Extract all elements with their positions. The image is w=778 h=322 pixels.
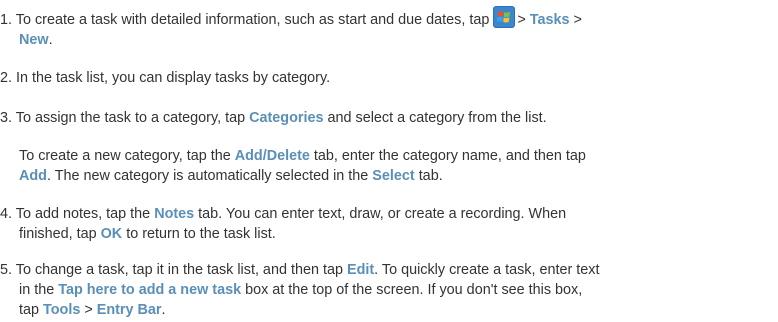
step-1-text: To create a task with detailed informati…: [15, 12, 490, 28]
sub-text-d: tab.: [418, 168, 443, 184]
add-delete-tab-link[interactable]: Add/Delete: [235, 148, 310, 164]
edit-link[interactable]: Edit: [347, 262, 374, 278]
step-4-text-c: finished, tap: [19, 226, 97, 242]
add-link[interactable]: Add: [19, 168, 47, 184]
step-5-line-3: tap Tools > Entry Bar.: [0, 300, 772, 320]
step-4-number: 4.: [0, 206, 13, 222]
sub-line-1: To create a new category, tap the Add/De…: [19, 146, 772, 166]
sub-text-b: tab, enter the category name, and then t…: [313, 148, 586, 164]
sub-text-a: To create a new category, tap the: [19, 148, 231, 164]
select-tab-link[interactable]: Select: [372, 168, 414, 184]
ok-link[interactable]: OK: [101, 226, 123, 242]
step-5-text-c: in the: [19, 282, 55, 298]
step-3-text-a: To assign the task to a category, tap: [15, 110, 246, 126]
sub-text-c: . The new category is automatically sele…: [46, 168, 369, 184]
tap-here-to-add-task-link[interactable]: Tap here to add a new task: [58, 282, 241, 298]
step-4-text-d: to return to the task list.: [126, 226, 276, 242]
tasks-link[interactable]: Tasks: [530, 12, 570, 28]
chevron-separator: >: [517, 12, 526, 28]
windows-start-flag-icon: [493, 6, 516, 28]
step-4-line-2: finished, tap OK to return to the task l…: [0, 224, 772, 244]
instruction-page: 1. To create a task with detailed inform…: [0, 0, 778, 322]
period: .: [48, 32, 53, 48]
step-2-text: In the task list, you can display tasks …: [16, 70, 331, 86]
step-1: 1. To create a task with detailed inform…: [0, 6, 772, 50]
chevron-separator: >: [573, 12, 582, 28]
step-3-text-b: and select a category from the list.: [327, 110, 547, 126]
step-5-number: 5.: [0, 262, 13, 278]
step-5-text-d: box at the top of the screen. If you don…: [245, 282, 583, 298]
step-4-text-a: To add notes, tap the: [15, 206, 151, 222]
categories-link[interactable]: Categories: [249, 110, 323, 126]
period: .: [161, 302, 166, 318]
step-4-text-b: tab. You can enter text, draw, or create…: [198, 206, 567, 222]
step-1-line-2: New.: [0, 30, 772, 50]
step-5-text-b: . To quickly create a task, enter text: [374, 262, 600, 278]
step-5-line-2: in the Tap here to add a new task box at…: [0, 280, 772, 300]
step-5-text-e: tap: [19, 302, 40, 318]
step-4-line-1: 4. To add notes, tap the Notes tab. You …: [0, 204, 772, 224]
step-2: 2. In the task list, you can display tas…: [0, 68, 772, 88]
sub-line-2: Add. The new category is automatically s…: [19, 166, 772, 186]
step-1-number: 1.: [0, 12, 13, 28]
notes-tab-link[interactable]: Notes: [154, 206, 194, 222]
step-4: 4. To add notes, tap the Notes tab. You …: [0, 204, 772, 244]
step-5: 5. To change a task, tap it in the task …: [0, 260, 772, 320]
tools-link[interactable]: Tools: [43, 302, 80, 318]
step-2-number: 2.: [0, 70, 13, 86]
chevron-separator: >: [84, 302, 93, 318]
step-3: 3. To assign the task to a category, tap…: [0, 108, 772, 128]
step-5-text-a: To change a task, tap it in the task lis…: [15, 262, 343, 278]
step-1-line-1: 1. To create a task with detailed inform…: [0, 6, 772, 30]
step-5-line-1: 5. To change a task, tap it in the task …: [0, 260, 772, 280]
new-link[interactable]: New: [19, 32, 49, 48]
entry-bar-link[interactable]: Entry Bar: [97, 302, 162, 318]
step-3-number: 3.: [0, 110, 13, 126]
step-3-subparagraph: To create a new category, tap the Add/De…: [0, 146, 772, 186]
